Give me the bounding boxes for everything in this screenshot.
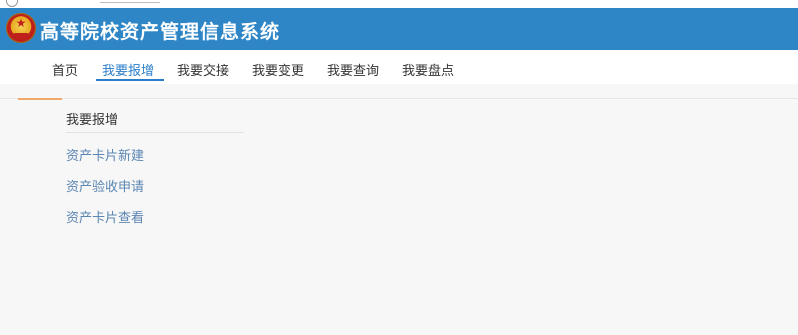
- accent-mark: [18, 98, 62, 100]
- browser-info-icon: [6, 0, 18, 7]
- url-fragment: [100, 0, 160, 3]
- link-asset-card-new[interactable]: 资产卡片新建: [66, 145, 144, 164]
- nav-item-query[interactable]: 我要查询: [327, 60, 379, 79]
- nav-item-add-asset[interactable]: 我要报增: [102, 60, 154, 79]
- app-header: ★ 高等院校资产管理信息系统: [0, 8, 798, 50]
- active-tab-indicator: [96, 79, 164, 81]
- main-content: 我要报增 资产卡片新建 资产验收申请 资产卡片查看: [0, 98, 798, 335]
- nav-item-change[interactable]: 我要变更: [252, 60, 304, 79]
- section-divider: [66, 132, 244, 133]
- app-title: 高等院校资产管理信息系统: [40, 21, 281, 43]
- nav-item-home[interactable]: 首页: [52, 60, 78, 79]
- national-emblem-icon: ★: [6, 13, 36, 43]
- nav-item-handover[interactable]: 我要交接: [177, 60, 229, 79]
- section-title: 我要报增: [66, 113, 119, 128]
- nav-item-inventory[interactable]: 我要盘点: [402, 60, 454, 79]
- link-asset-card-view[interactable]: 资产卡片查看: [66, 207, 144, 226]
- link-asset-acceptance-request[interactable]: 资产验收申请: [66, 176, 144, 195]
- emblem-star-icon: ★: [15, 16, 27, 30]
- emblem-base: [14, 33, 28, 38]
